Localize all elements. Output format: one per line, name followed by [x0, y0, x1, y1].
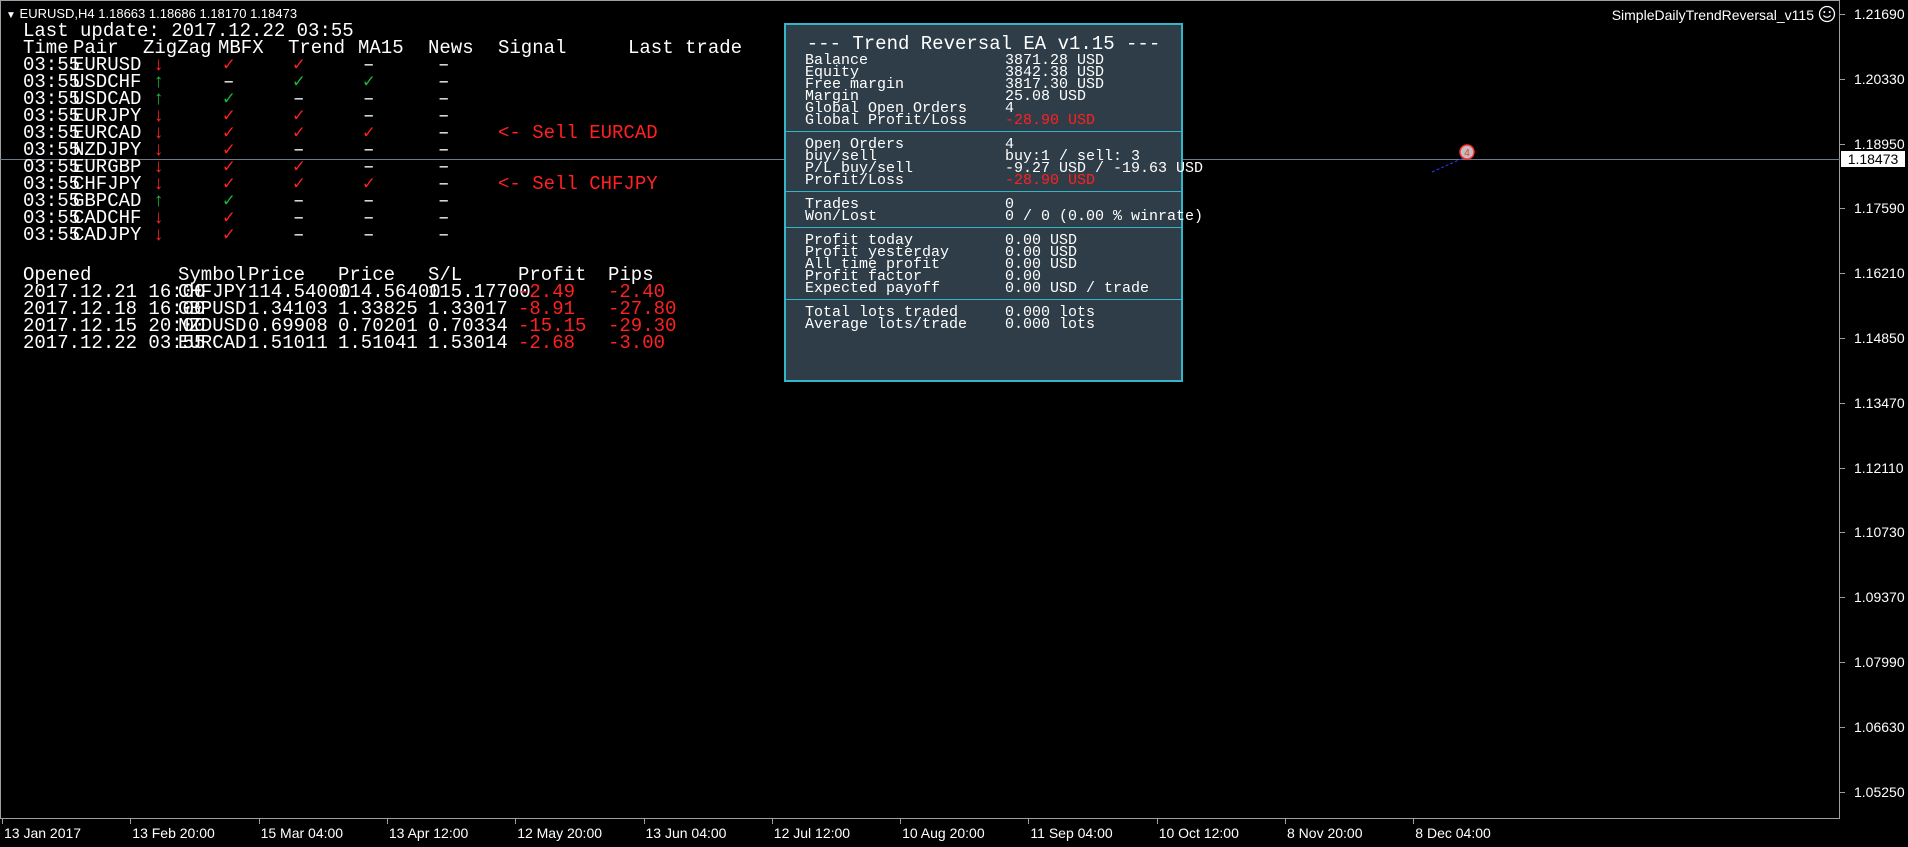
price-tick-label: 1.13470	[1854, 394, 1905, 411]
time-tick	[771, 819, 773, 824]
time-tick	[1028, 819, 1030, 824]
price-tick-label: 1.17590	[1854, 200, 1905, 217]
time-tick	[386, 819, 388, 824]
time-tick	[2, 819, 3, 824]
time-tick-label: 13 Apr 12:00	[388, 825, 469, 841]
price-tick	[1840, 273, 1845, 275]
panel-separator	[786, 191, 1181, 192]
order-sl: 1.53014	[428, 332, 508, 354]
price-tick-label: 1.09370	[1854, 589, 1905, 606]
price-tick-label: 1.07990	[1854, 654, 1905, 670]
price-tick	[1840, 467, 1845, 469]
stat-value: 0 / 0 (0.00 % winrate)	[1005, 208, 1204, 225]
price-tick-label: 1.10730	[1854, 524, 1905, 541]
col-header: News	[428, 37, 474, 59]
chart-menu-icon[interactable]: ▼	[6, 10, 16, 21]
time-tick	[1156, 819, 1158, 824]
order-pips: -3.00	[608, 332, 666, 354]
price-tick	[1840, 78, 1845, 80]
news-mark: –	[438, 224, 450, 246]
stat-label: Global Profit/Loss	[805, 112, 968, 129]
time-tick-label: 8 Nov 20:00	[1287, 825, 1363, 841]
time-tick-label: 10 Aug 20:00	[902, 825, 985, 841]
time-tick-label: 13 Feb 20:00	[132, 825, 215, 841]
row-pair: CADJPY	[73, 224, 142, 246]
stat-label: Won/Lost	[805, 208, 878, 225]
price-tick	[1840, 791, 1845, 793]
signal-text: <- Sell CHFJPY	[498, 173, 658, 195]
price-tick-label: 1.06630	[1854, 718, 1905, 735]
ea-name-label: SimpleDailyTrendReversal_v115	[1611, 7, 1814, 23]
time-tick-label: 13 Jan 2017	[4, 825, 82, 841]
ea-stats-panel: --- Trend Reversal EA v1.15 --- Balance 38…	[784, 23, 1203, 382]
panel-separator	[786, 227, 1181, 228]
price-tick	[1840, 14, 1845, 15]
price-tick-label: 1.12110	[1854, 459, 1904, 476]
time-tick-label: 13 Jun 04:00	[645, 825, 727, 841]
current-price-tag: 1.18473	[1841, 151, 1905, 167]
price-tick-label: 1.20330	[1854, 70, 1905, 87]
signal-text: <- Sell EURCAD	[498, 122, 658, 144]
stat-label: Profit/Loss	[805, 172, 905, 189]
stat-value: -28.90 USD	[1005, 172, 1096, 189]
panel-separator	[786, 299, 1181, 300]
symbol-header: ▼ EURUSD,H4 1.18663 1.18686 1.18170 1.18…	[6, 6, 297, 21]
price-tick-label: 1.14850	[1854, 330, 1905, 346]
order-symbol: EURCAD	[178, 332, 247, 354]
smiley-icon[interactable]	[1818, 5, 1836, 23]
col-header: Signal	[498, 37, 567, 59]
time-tick	[515, 819, 517, 824]
row-time: 03:55	[23, 224, 81, 246]
time-tick	[1413, 819, 1415, 824]
time-tick	[643, 819, 645, 824]
time-tick-label: 10 Oct 12:00	[1158, 825, 1239, 841]
arrow-down-icon: ↓	[153, 224, 165, 246]
price-tick-label: 1.16210	[1854, 265, 1905, 282]
order-price: 1.51041	[338, 332, 418, 354]
trade-marker[interactable]: 4	[1428, 140, 1480, 176]
mbfx-mark: ✓	[223, 224, 235, 246]
stat-label: Average lots/trade	[805, 316, 968, 333]
stat-value: -28.90 USD	[1005, 112, 1096, 129]
svg-text:4: 4	[1464, 148, 1470, 159]
price-axis[interactable]: 1.21690 1.20330 1.18950 1.17590 1.16210 1.148…	[1840, 0, 1908, 819]
price-tick-label: 1.05250	[1854, 783, 1905, 800]
price-tick-label: 1.21690	[1854, 6, 1905, 22]
col-header: Last trade	[628, 37, 743, 59]
price-tick	[1840, 532, 1845, 534]
time-tick-label: 15 Mar 04:00	[260, 825, 344, 841]
time-tick	[1285, 819, 1286, 824]
time-tick	[900, 819, 902, 824]
time-tick-label: 8 Dec 04:00	[1415, 825, 1491, 841]
stat-value: 0.00 USD / trade	[1005, 280, 1150, 297]
symbol-ohlc: EURUSD,H4 1.18663 1.18686 1.18170 1.1847…	[19, 6, 298, 21]
time-tick	[130, 819, 132, 824]
stat-value: 25.08 USD	[1005, 88, 1087, 105]
panel-separator	[786, 131, 1181, 132]
price-tick	[1840, 143, 1845, 145]
price-tick	[1840, 597, 1845, 599]
price-tick	[1840, 208, 1845, 210]
order-profit: -2.68	[518, 332, 576, 354]
price-tick-label: 1.18950	[1854, 135, 1905, 152]
order-open-price: 1.51011	[248, 332, 328, 354]
ma15-mark: –	[363, 224, 375, 246]
stat-value: 0.000 lots	[1005, 316, 1096, 333]
time-tick-label: 12 May 20:00	[517, 825, 603, 841]
time-tick	[258, 819, 260, 824]
price-tick	[1840, 338, 1845, 339]
stat-label: Expected payoff	[805, 280, 941, 297]
trend-mark: –	[293, 224, 305, 246]
price-tick	[1840, 402, 1845, 404]
time-tick-label: 12 Jul 12:00	[773, 825, 851, 841]
time-tick-label: 11 Sep 04:00	[1030, 825, 1113, 841]
price-tick	[1840, 662, 1845, 663]
price-tick	[1840, 726, 1845, 728]
